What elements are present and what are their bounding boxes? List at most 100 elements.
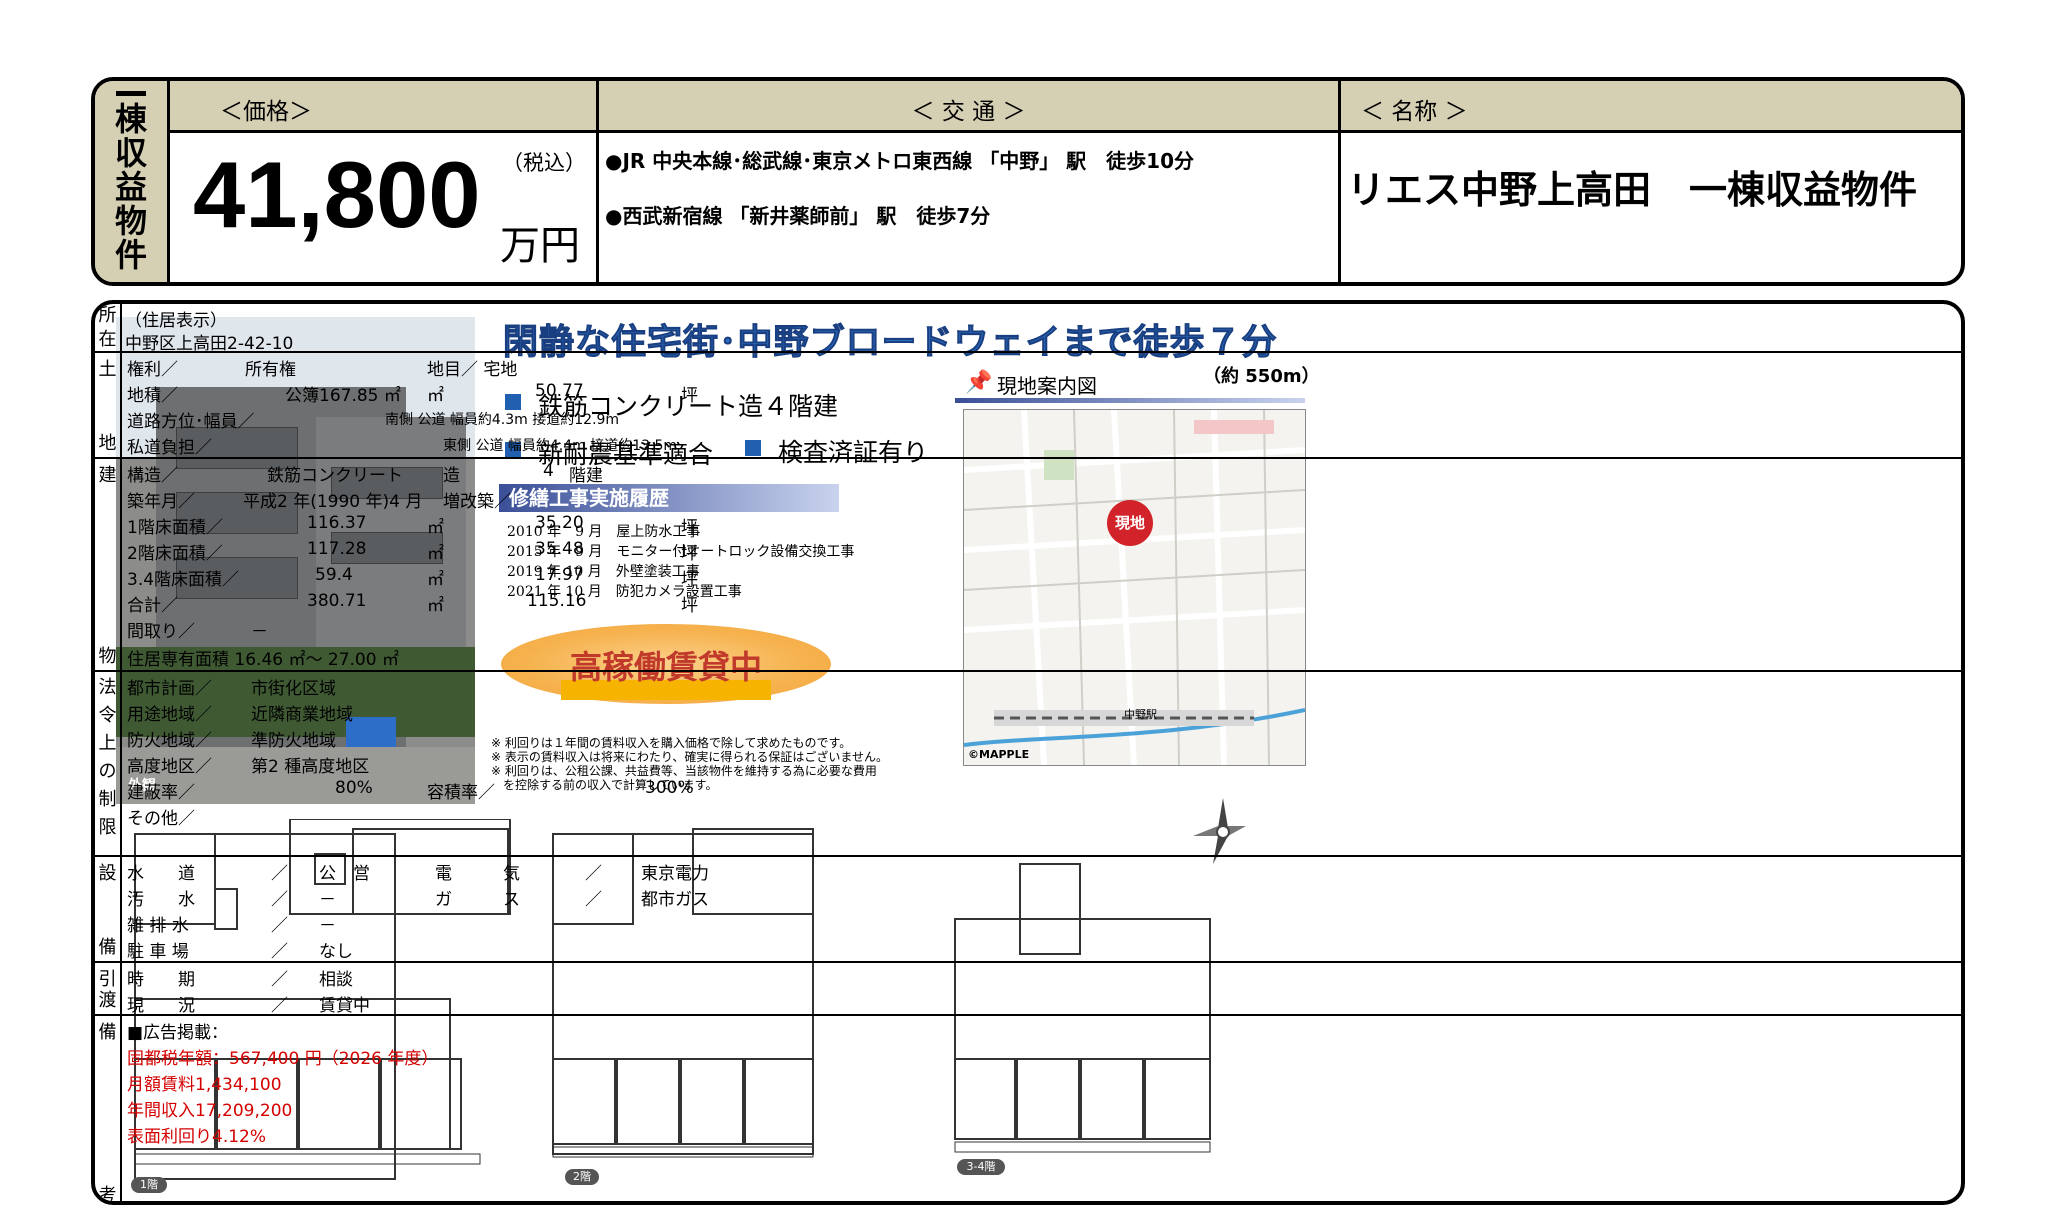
- extension-label: 増改築／: [443, 492, 511, 512]
- land-area-label: 地積／: [127, 386, 178, 406]
- fire-zone-label: 防火地域／: [127, 731, 212, 751]
- property-name: リエス中野上高田 一棟収益物件: [1347, 168, 1918, 212]
- floor-area-label: 2階床面積／: [127, 544, 223, 564]
- handover-time-label: 時 期: [127, 970, 195, 990]
- land-area-unit: ㎡: [427, 386, 444, 406]
- floors-unit: 階建: [569, 466, 603, 486]
- property-tax: 固都税年額：567,400 円（2026 年度）: [127, 1049, 439, 1069]
- traffic-caption: ＜ 交 通 ＞: [599, 81, 1338, 133]
- road-label: 道路方位･幅員／: [127, 412, 255, 432]
- layout-label: 間取り／: [127, 622, 195, 642]
- total-area-tsubo-unit: 坪: [681, 596, 698, 616]
- built-value: 平成2 年(1990 年)4 月: [243, 492, 423, 512]
- electricity-value: 東京電力: [641, 864, 709, 884]
- drainage-value: －: [319, 916, 336, 936]
- coverage-label: 建蔽率／: [127, 783, 195, 803]
- exclusive-area: 住居専有面積 16.46 ㎡～ 27.00 ㎡: [127, 650, 399, 670]
- name-caption: ＜ 名称 ＞: [1341, 81, 1961, 133]
- vertical-title-char: 物: [114, 202, 147, 240]
- regulations-label: 法 令 上 の 制 限: [95, 672, 122, 855]
- gas-value: 都市ガス: [641, 890, 709, 910]
- land-section: 土 地 権利／ 所有権 地目／ 宅地 地積／ 公簿167.85 ㎡ ㎡ 50.7…: [95, 353, 1961, 459]
- water-value: 公 営: [319, 864, 370, 884]
- private-road-label: 私道負担／: [127, 438, 212, 458]
- height-zone-value: 第2 種高度地区: [251, 757, 370, 777]
- ad-label: ■広告掲載：: [127, 1023, 229, 1043]
- tax-label: （税込）: [502, 151, 586, 175]
- regulations-section: 法 令 上 の 制 限 都市計画／ 市街化区域 用途地域／ 近隣商業地域 防火地…: [95, 672, 1961, 857]
- built-label: 築年月／: [127, 492, 195, 512]
- electricity-sep: ／: [585, 864, 602, 884]
- layout-value: －: [251, 622, 268, 642]
- traffic-line-1: ●JR 中央本線･総武線･東京メトロ東西線 「中野」 駅 徒歩10分: [605, 149, 1195, 173]
- price-caption: ＜価格＞: [170, 81, 596, 133]
- price-unit: 万円: [500, 223, 580, 269]
- floor-area-unit: ㎡: [427, 518, 444, 538]
- land-label: 土 地: [95, 353, 122, 457]
- sewage-sep: ／: [271, 890, 288, 910]
- floor-area-label: 3.4階床面積／: [127, 570, 240, 590]
- monthly-rent: 月額賃料1,434,100: [127, 1075, 282, 1095]
- gas-label: ガ ス: [435, 890, 520, 910]
- floor-area-tsubo-unit: 坪: [681, 544, 698, 564]
- status-value: 賃貸中: [319, 996, 370, 1016]
- traffic-cell: ＜ 交 通 ＞ ●JR 中央本線･総武線･東京メトロ東西線 「中野」 駅 徒歩1…: [599, 81, 1341, 282]
- vertical-title-char: 棟: [114, 100, 147, 138]
- location-label: 所在: [95, 304, 122, 351]
- floor-area-sqm: 59.4: [315, 565, 353, 585]
- status-label: 現 況: [127, 996, 195, 1016]
- use-zone-label: 用途地域／: [127, 705, 212, 725]
- electricity-label: 電 気: [435, 864, 520, 884]
- handover-time-sep: ／: [271, 970, 288, 990]
- building-label: 建 物: [95, 459, 122, 670]
- location-note: （住居表示）: [125, 311, 227, 331]
- vertical-title: 棟 収 益 物 件: [95, 81, 170, 282]
- handover-section: 引 渡 時 期 ／ 相談 現 況 ／ 賃貸中: [95, 963, 1961, 1016]
- total-area-label: 合計／: [127, 596, 178, 616]
- remarks-label: 備 考: [95, 1016, 122, 1201]
- structure-zou: 造: [443, 466, 460, 486]
- other-label: その他／: [127, 809, 195, 829]
- floor-area-unit: ㎡: [427, 570, 444, 590]
- total-area-sqm: 380.71: [307, 591, 367, 611]
- floor-area-sqm: 116.37: [307, 513, 367, 533]
- total-area-unit: ㎡: [427, 596, 444, 616]
- far-value: 300%: [645, 778, 694, 798]
- road-east: 東側 公道 幅員約4.4m 接道約13.5m: [443, 438, 678, 454]
- use-zone-value: 近隣商業地域: [251, 705, 353, 725]
- far-label: 容積率／: [427, 783, 495, 803]
- parking-value: なし: [319, 942, 353, 962]
- facilities-section: 設 備 水 道 ／ 公 営 汚 水 ／ － 雑 排 水 ／ － 駐 車 場 ／ …: [95, 857, 1961, 963]
- city-plan-label: 都市計画／: [127, 679, 212, 699]
- floor-area-unit: ㎡: [427, 544, 444, 564]
- coverage-value: 80%: [335, 778, 373, 798]
- water-sep: ／: [271, 864, 288, 884]
- height-zone-label: 高度地区／: [127, 757, 212, 777]
- land-area-tsubo: 50.77: [535, 381, 584, 401]
- drainage-label: 雑 排 水: [127, 916, 189, 936]
- land-area-value: 公簿167.85 ㎡: [285, 386, 401, 406]
- annual-income: 年間収入17,209,200: [127, 1101, 293, 1121]
- status-sep: ／: [271, 996, 288, 1016]
- floor-area-label: 1階床面積／: [127, 518, 223, 538]
- facilities-label: 設 備: [95, 857, 122, 961]
- floor-area-tsubo-unit: 坪: [681, 570, 698, 590]
- drainage-sep: ／: [271, 916, 288, 936]
- floors-number: 4: [543, 461, 554, 481]
- structure-label: 構造／: [127, 466, 178, 486]
- parking-label: 駐 車 場: [127, 942, 189, 962]
- floor-area-sqm: 117.28: [307, 539, 367, 559]
- structure-value: 鉄筋コンクリート: [267, 466, 403, 486]
- vertical-title-char: 件: [114, 236, 147, 274]
- floor-area-tsubo: 17.97: [535, 565, 584, 585]
- handover-time-value: 相談: [319, 970, 353, 990]
- vertical-title-char: 収: [114, 134, 147, 172]
- land-category: 地目／ 宅地: [427, 360, 518, 380]
- rights-label: 権利／: [127, 360, 178, 380]
- remarks-section: 備 考 ■広告掲載： 固都税年額：567,400 円（2026 年度） 月額賃料…: [95, 1016, 1961, 1201]
- price-value: 41,800: [193, 142, 481, 247]
- traffic-line-2: ●西武新宿線 「新井薬師前」 駅 徒歩7分: [605, 204, 991, 228]
- road-south: 南側 公道 幅員約4.3m 接道約12.9m: [385, 412, 620, 428]
- parking-sep: ／: [271, 942, 288, 962]
- land-tsubo-unit: 坪: [681, 386, 698, 406]
